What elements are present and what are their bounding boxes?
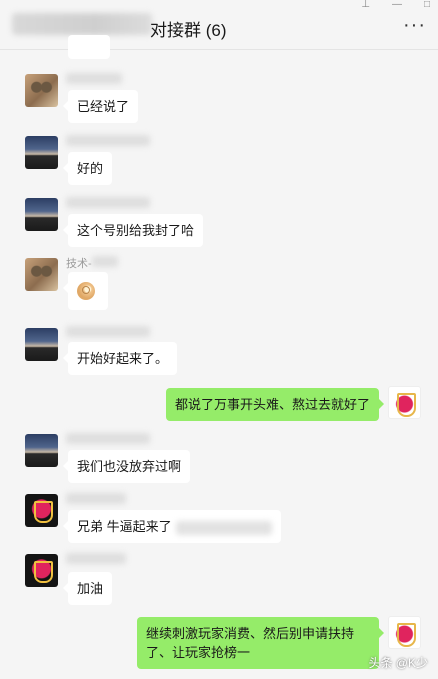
avatar-self[interactable] — [388, 386, 421, 419]
pin-icon[interactable]: ⊥ — [361, 0, 370, 14]
avatar[interactable] — [25, 136, 58, 169]
avatar[interactable] — [25, 494, 58, 527]
sender-name — [66, 197, 150, 208]
avatar[interactable] — [25, 74, 58, 107]
window-controls: ⊥ — □ — [361, 0, 430, 14]
message-bubble-self[interactable]: 都说了万事开头难、熬过去就好了 — [165, 388, 385, 421]
message-bubble[interactable]: 好的 — [62, 152, 113, 185]
sender-name-blur — [92, 256, 118, 267]
sender-name — [66, 433, 150, 444]
sender-name — [66, 135, 150, 146]
minimize-icon[interactable]: — — [392, 0, 402, 14]
avatar[interactable] — [25, 198, 58, 231]
sender-name: 技术- — [66, 258, 92, 270]
blurred-text — [175, 520, 272, 535]
message-bubble-self[interactable]: 继续刺激玩家消费、然后别申请扶持了、让玩家抢榜一 — [137, 617, 384, 669]
avatar[interactable] — [25, 554, 58, 587]
message-bubble[interactable]: 开始好起来了。 — [62, 342, 178, 375]
avatar-self[interactable] — [388, 616, 421, 649]
ok-hand-emoji-icon — [77, 282, 95, 300]
blurred-group-name — [12, 13, 152, 35]
watermark: 头条 @K少 — [368, 656, 428, 670]
more-icon[interactable]: ··· — [403, 15, 426, 35]
avatar[interactable] — [25, 258, 58, 291]
sender-name — [66, 326, 150, 337]
sender-name — [66, 73, 122, 84]
message-bubble[interactable] — [63, 272, 108, 310]
message-bubble[interactable]: 兄弟 牛逼起来了 — [63, 510, 281, 543]
avatar[interactable] — [25, 328, 58, 361]
message-bubble[interactable]: 加油 — [62, 572, 113, 605]
message-bubble[interactable]: 已经说了 — [62, 90, 139, 123]
chat-title[interactable]: 对接群 (6) — [150, 16, 227, 41]
message-text: 兄弟 牛逼起来了 — [77, 519, 172, 534]
sender-name — [66, 553, 126, 564]
message-bubble[interactable]: 我们也没放弃过啊 — [62, 450, 191, 483]
partial-message-bubble — [68, 35, 110, 59]
maximize-icon[interactable]: □ — [424, 0, 430, 14]
sender-name — [66, 493, 126, 504]
avatar[interactable] — [25, 434, 58, 467]
chat-header: 对接群 (6) ⊥ — □ ··· — [0, 0, 438, 50]
message-bubble[interactable]: 这个号别给我封了哈 — [62, 214, 204, 247]
